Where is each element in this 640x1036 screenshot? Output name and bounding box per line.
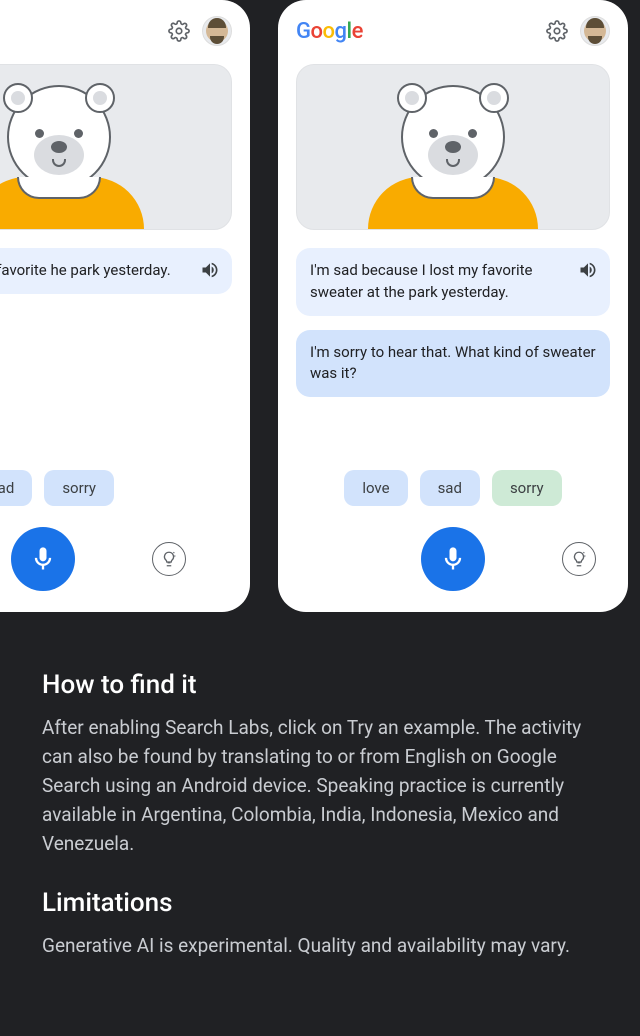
chip[interactable]: sorry [44,470,114,506]
message-text: I'm sad because I lost my favorite sweat… [310,260,596,304]
suggestion-chips: e sad sorry [0,470,172,506]
hint-button[interactable] [562,542,596,576]
howto-heading: How to find it [42,670,598,700]
chip[interactable]: sorry [492,470,562,506]
settings-icon[interactable] [546,20,568,42]
profile-avatar[interactable] [202,16,232,46]
profile-avatar[interactable] [580,16,610,46]
character-illustration [0,64,232,230]
settings-icon[interactable] [168,20,190,42]
message-text: ause I lost my favorite he park yesterda… [0,260,218,282]
howto-paragraph: After enabling Search Labs, click on Try… [42,714,598,858]
user-message-bubble: ause I lost my favorite he park yesterda… [0,248,232,294]
character-illustration [296,64,610,230]
message-text: I'm sorry to hear that. What kind of swe… [310,342,596,386]
hint-button[interactable] [152,542,186,576]
phone-screenshots-row: ause I lost my favorite he park yesterda… [0,0,540,612]
phone-mockup-right: Google I'm sad because I lost my favorit… [278,0,628,612]
article-body: How to find it After enabling Search Lab… [0,612,640,961]
chip[interactable]: sad [0,470,32,506]
microphone-button[interactable] [421,527,485,591]
phone-mockup-left: ause I lost my favorite he park yesterda… [0,0,250,612]
user-message-bubble: I'm sad because I lost my favorite sweat… [296,248,610,316]
chip[interactable]: sad [420,470,480,506]
chip[interactable]: love [344,470,407,506]
bot-message-bubble: I'm sorry to hear that. What kind of swe… [296,330,610,398]
google-logo: Google [296,19,363,44]
speaker-icon[interactable] [578,260,598,280]
microphone-button[interactable] [11,527,75,591]
speaker-icon[interactable] [200,260,220,280]
limitations-heading: Limitations [42,888,598,918]
suggestion-chips: love sad sorry [296,470,610,506]
limitations-paragraph: Generative AI is experimental. Quality a… [42,932,598,961]
